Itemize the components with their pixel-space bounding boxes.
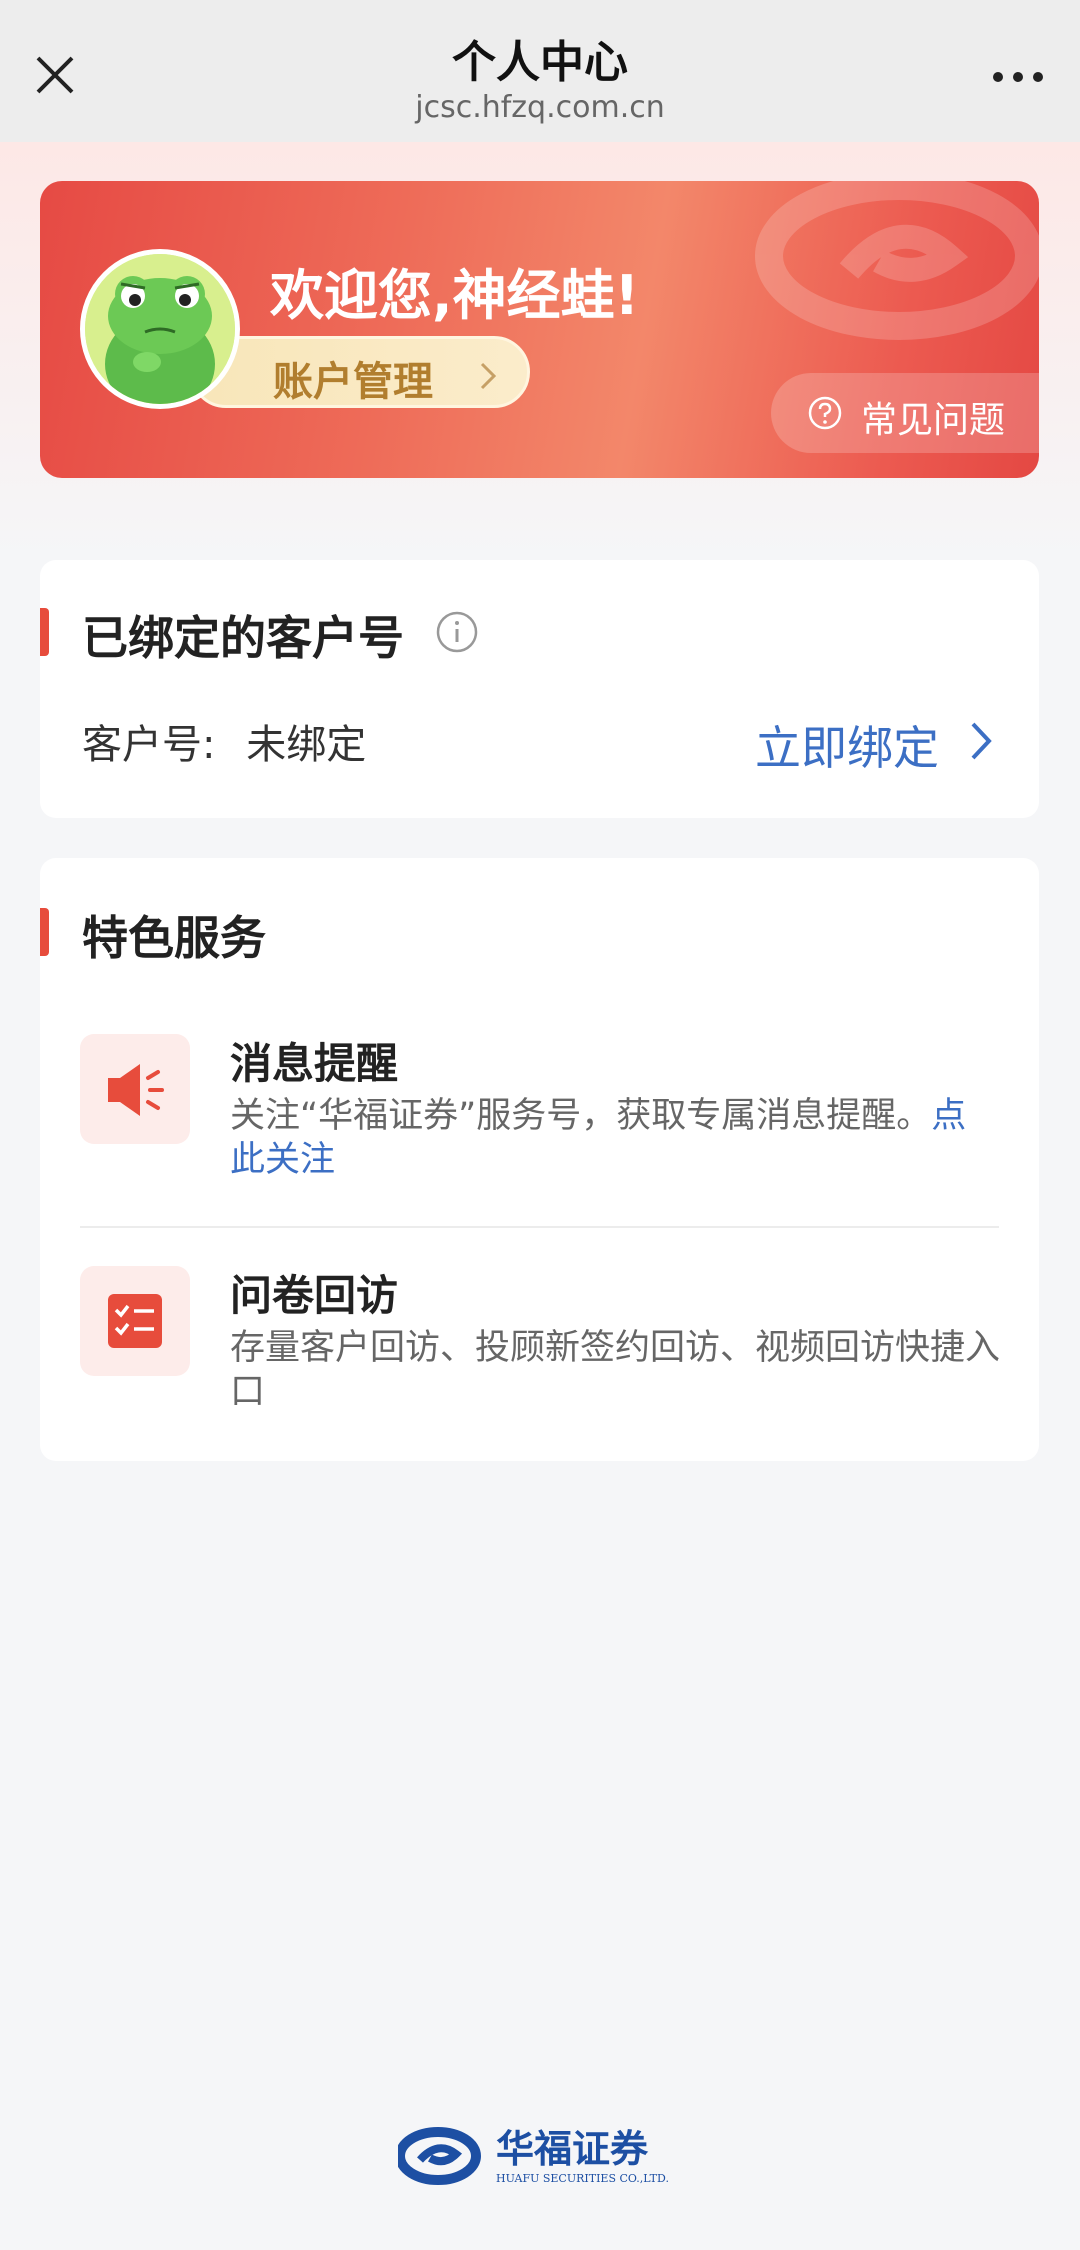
watermark-logo-icon xyxy=(755,181,1039,340)
customer-number-value: 未绑定 xyxy=(246,722,367,768)
service-title: 问卷回访 xyxy=(230,1271,399,1320)
faq-label: 常见问题 xyxy=(861,400,1006,441)
more-icon[interactable] xyxy=(988,52,1048,102)
bound-account-title: 已绑定的客户号 xyxy=(82,611,404,665)
services-card: 特色服务 消息提醒 关注“华福证券”服务号，获取专属消息提醒。点此关注 问卷回访… xyxy=(40,858,1039,1461)
question-circle-icon xyxy=(808,396,842,430)
customer-number-row: 客户号: 未绑定 xyxy=(82,712,366,770)
speaker-icon xyxy=(108,1064,164,1116)
footer-brand-logo: 华福证券 HUAFU SECURITIES CO.,LTD. xyxy=(395,2122,688,2192)
footer-brand-en: HUAFU SECURITIES CO.,LTD. xyxy=(496,2172,669,2185)
huafu-logo-icon: 华福证券 HUAFU SECURITIES CO.,LTD. xyxy=(395,2126,669,2185)
section-marker xyxy=(40,608,49,656)
account-management-button[interactable]: 账户管理 xyxy=(190,336,530,408)
service-title: 消息提醒 xyxy=(230,1039,399,1088)
page-title: 个人中心 xyxy=(452,37,628,88)
info-icon[interactable] xyxy=(435,610,479,654)
service-description-text: 关注“华福证券”服务号，获取专属消息提醒。 xyxy=(230,1096,932,1136)
bind-now-link[interactable]: 立即绑定 xyxy=(755,712,939,778)
divider xyxy=(80,1226,999,1228)
page-url: jcsc.hfzq.com.cn xyxy=(415,90,665,125)
section-marker xyxy=(40,908,49,956)
footer-brand-name: 华福证券 xyxy=(496,2126,649,2171)
frog-avatar-icon xyxy=(85,254,235,404)
avatar[interactable] xyxy=(80,249,240,409)
customer-number-label: 客户号: xyxy=(82,722,216,768)
chevron-right-icon xyxy=(480,362,497,390)
services-title: 特色服务 xyxy=(82,911,266,965)
account-management-label: 账户管理 xyxy=(273,359,433,405)
service-description: 存量客户回访、投顾新签约回访、视频回访快捷入口 xyxy=(230,1328,1001,1412)
welcome-text: 欢迎您,神经蛙! xyxy=(270,264,640,327)
service-description: 关注“华福证券”服务号，获取专属消息提醒。点此关注 xyxy=(230,1094,1000,1182)
welcome-banner: 账户管理 欢迎您,神经蛙! 常见问题 xyxy=(40,181,1039,478)
service-icon-box xyxy=(80,1266,190,1376)
top-bar: 个人中心 jcsc.hfzq.com.cn xyxy=(0,0,1080,142)
chevron-right-icon[interactable] xyxy=(969,720,993,762)
faq-button[interactable]: 常见问题 xyxy=(771,373,1039,453)
service-icon-box xyxy=(80,1034,190,1144)
checklist-icon xyxy=(108,1294,162,1348)
bound-account-card: 已绑定的客户号 客户号: 未绑定 立即绑定 xyxy=(40,560,1039,818)
